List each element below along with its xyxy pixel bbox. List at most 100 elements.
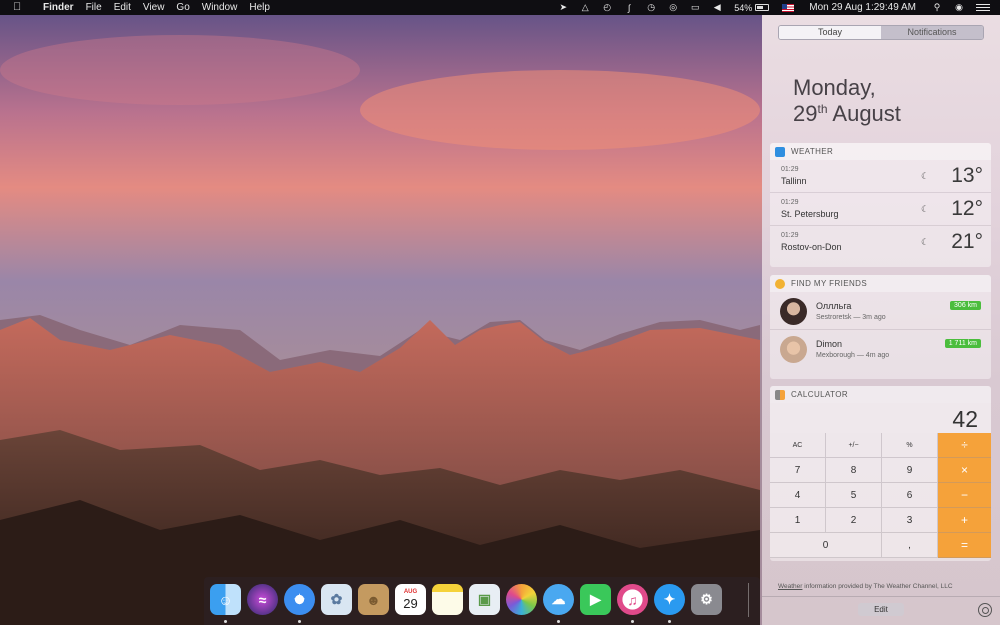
- key-1[interactable]: 1: [770, 508, 826, 533]
- friend-location: Sestroretsk — 3m ago: [816, 314, 886, 321]
- weather-row[interactable]: 01:29 Tallinn ☾ 13°: [770, 160, 991, 193]
- date-weekday: Monday,: [793, 75, 876, 100]
- key-percent[interactable]: %: [882, 433, 938, 458]
- gear-icon[interactable]: [978, 603, 992, 617]
- battery-icon[interactable]: [755, 4, 770, 11]
- weather-widget-title: WEATHER: [791, 147, 834, 156]
- avatar: [780, 298, 807, 325]
- spotlight-search-icon[interactable]: ⚲: [931, 2, 943, 14]
- volume-icon[interactable]: ◀: [711, 2, 723, 14]
- key-divide[interactable]: ÷: [938, 433, 991, 458]
- calendar-month: AUG: [403, 588, 418, 595]
- notification-center-icon[interactable]: [976, 2, 990, 14]
- date-day: 29: [793, 101, 818, 126]
- menu-window[interactable]: Window: [196, 0, 244, 15]
- weather-widget-header[interactable]: WEATHER: [770, 143, 991, 160]
- clock-icon[interactable]: ◷: [645, 2, 657, 14]
- weather-temp: 21°: [951, 230, 983, 253]
- key-9[interactable]: 9: [882, 458, 938, 483]
- key-equals[interactable]: =: [938, 533, 991, 558]
- menu-view[interactable]: View: [137, 0, 171, 15]
- menu-app-name[interactable]: Finder: [37, 0, 80, 15]
- moon-icon: ☾: [921, 171, 930, 181]
- notification-center-panel: Today Notifications Monday, 29th August …: [762, 15, 1000, 625]
- friend-row[interactable]: Оллльга Sestroretsk — 3m ago 306 km: [770, 292, 991, 330]
- weather-city: Rostov-on-Don: [781, 242, 842, 252]
- menu-edit[interactable]: Edit: [108, 0, 137, 15]
- airplay-icon[interactable]: ▭: [689, 2, 701, 14]
- location-arrow-icon[interactable]: ➤: [557, 2, 569, 14]
- apple-menu-icon[interactable]: : [13, 0, 27, 15]
- edit-widgets-button[interactable]: Edit: [858, 603, 904, 616]
- input-source-flag-icon[interactable]: [782, 3, 795, 12]
- friend-name: Оллльга: [816, 301, 852, 311]
- key-8[interactable]: 8: [826, 458, 882, 483]
- vpn-icon[interactable]: ◎: [667, 2, 679, 14]
- date-day-month: 29th August: [793, 101, 901, 127]
- friend-distance-badge: 306 km: [950, 301, 981, 310]
- calculator-keypad: AC +/− % ÷ 7 8 9 × 4 5 6 − 1 2 3 + 0 , =: [770, 433, 991, 558]
- system-preferences-icon[interactable]: ⚙: [691, 584, 722, 615]
- bluetooth-icon[interactable]: ∫: [623, 2, 635, 14]
- contacts-icon[interactable]: ☻: [358, 584, 389, 615]
- calendar-icon[interactable]: AUG 29: [395, 584, 426, 615]
- weather-row[interactable]: 01:29 St. Petersburg ☾ 12°: [770, 193, 991, 226]
- key-6[interactable]: 6: [882, 483, 938, 508]
- friend-name: Dimon: [816, 339, 843, 349]
- weather-credit: Weather information provided by The Weat…: [778, 583, 953, 590]
- key-5[interactable]: 5: [826, 483, 882, 508]
- nc-bottom-bar: Edit: [762, 596, 1000, 625]
- safari-icon[interactable]: ✧: [284, 584, 315, 615]
- weather-credit-link[interactable]: Weather: [778, 583, 802, 590]
- weather-credit-text: information provided by The Weather Chan…: [802, 583, 953, 590]
- preview-icon[interactable]: ▣: [469, 584, 500, 615]
- menubar-clock[interactable]: Mon 29 Aug 1:29:49 AM: [809, 2, 916, 13]
- tab-notifications[interactable]: Notifications: [881, 26, 983, 39]
- menu-go[interactable]: Go: [170, 0, 195, 15]
- weather-row[interactable]: 01:29 Rostov-on-Don ☾ 21°: [770, 226, 991, 259]
- calculator-widget: CALCULATOR 42 AC +/− % ÷ 7 8 9 × 4 5 6 −…: [770, 386, 991, 561]
- key-4[interactable]: 4: [770, 483, 826, 508]
- today-date: Monday, 29th August: [793, 75, 901, 127]
- key-multiply[interactable]: ×: [938, 458, 991, 483]
- running-indicator: [298, 620, 301, 623]
- calendar-day: 29: [403, 595, 418, 611]
- key-3[interactable]: 3: [882, 508, 938, 533]
- key-ac[interactable]: AC: [770, 433, 826, 458]
- moon-icon: ☾: [921, 237, 930, 247]
- siri-icon[interactable]: ≈: [247, 584, 278, 615]
- key-subtract[interactable]: −: [938, 483, 991, 508]
- timemachine-icon[interactable]: ◴: [601, 2, 613, 14]
- nc-segmented-control: Today Notifications: [778, 25, 984, 40]
- dock: ☺ ≈ ✧ ✿ ☻ AUG 29 ▣ ☁ ▶ ♫ ✦ ⚙: [204, 577, 760, 625]
- key-decimal[interactable]: ,: [882, 533, 938, 558]
- calculator-app-icon: [775, 389, 785, 400]
- calculator-widget-header[interactable]: CALCULATOR: [770, 386, 991, 403]
- battery-percent[interactable]: 54%: [734, 3, 752, 13]
- mail-stamp-icon[interactable]: ✿: [321, 584, 352, 615]
- twitter-app-icon[interactable]: ✦: [654, 584, 685, 615]
- dock-separator: [748, 583, 749, 617]
- facetime-icon[interactable]: ▶: [580, 584, 611, 615]
- key-0[interactable]: 0: [770, 533, 882, 558]
- tab-today[interactable]: Today: [779, 26, 881, 39]
- key-2[interactable]: 2: [826, 508, 882, 533]
- twitter-icon[interactable]: △: [579, 2, 591, 14]
- siri-icon[interactable]: ◉: [953, 2, 965, 14]
- weather-widget: WEATHER 01:29 Tallinn ☾ 13° 01:29 St. Pe…: [770, 143, 991, 267]
- notes-icon[interactable]: [432, 584, 463, 615]
- photos-icon[interactable]: [506, 584, 537, 615]
- key-sign[interactable]: +/−: [826, 433, 882, 458]
- key-add[interactable]: +: [938, 508, 991, 533]
- itunes-icon[interactable]: ♫: [617, 584, 648, 615]
- key-7[interactable]: 7: [770, 458, 826, 483]
- messages-icon[interactable]: ☁: [543, 584, 574, 615]
- calculator-widget-title: CALCULATOR: [791, 390, 849, 399]
- finder-icon[interactable]: ☺: [210, 584, 241, 615]
- menu-help[interactable]: Help: [243, 0, 276, 15]
- friend-row[interactable]: Dimon Mexborough — 4m ago 1 711 km: [770, 330, 991, 368]
- weather-time: 01:29: [781, 199, 799, 206]
- friends-widget-title: FIND MY FRIENDS: [791, 279, 868, 288]
- friends-widget-header[interactable]: FIND MY FRIENDS: [770, 275, 991, 292]
- menu-file[interactable]: File: [80, 0, 108, 15]
